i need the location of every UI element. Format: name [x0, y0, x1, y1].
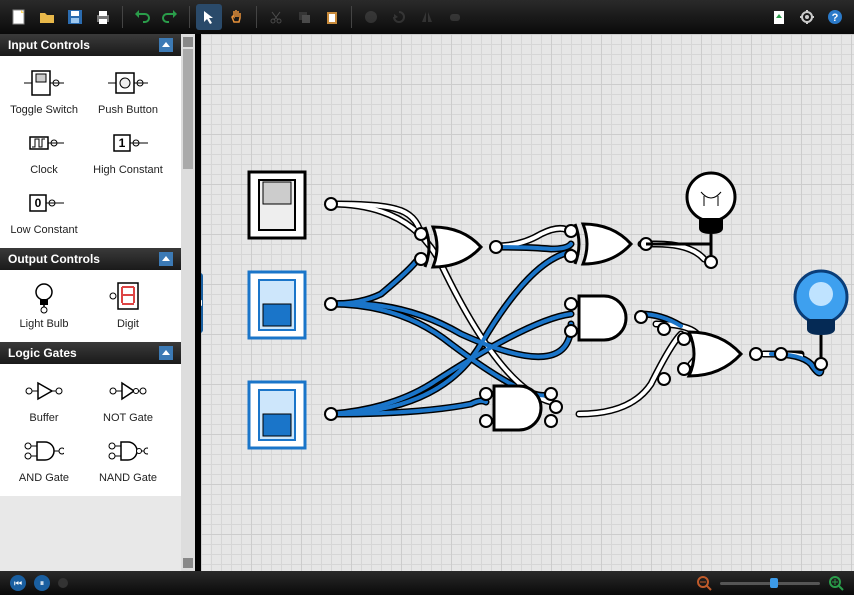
separator [351, 6, 352, 28]
scroll-thumb[interactable] [183, 49, 193, 169]
toolbar: ? [0, 0, 854, 34]
component-label: Toggle Switch [10, 104, 78, 116]
settings-button[interactable] [794, 4, 820, 30]
help-button[interactable]: ? [822, 4, 848, 30]
separator [189, 6, 190, 28]
redo-button[interactable] [157, 4, 183, 30]
bottom-bar: ⏮ ⏸ [0, 571, 854, 595]
export-button[interactable] [766, 4, 792, 30]
shape-circle-button[interactable] [358, 4, 384, 30]
and-gate-2[interactable] [480, 386, 562, 430]
component-toggle-switch[interactable]: Toggle Switch [2, 62, 86, 122]
copy-button[interactable] [291, 4, 317, 30]
collapse-icon[interactable] [159, 346, 173, 360]
zoom-slider[interactable] [720, 582, 820, 585]
component-buffer[interactable]: Buffer [2, 370, 86, 430]
component-label: Light Bulb [20, 318, 69, 330]
panel-title: Output Controls [8, 252, 100, 266]
logic-gates-header[interactable]: Logic Gates [0, 342, 181, 364]
zoom-out-button[interactable] [696, 575, 712, 591]
input-controls-body: Toggle Switch Push Button Clock 1 High Co… [0, 56, 181, 248]
component-label: Clock [30, 164, 58, 176]
sidebar: Input Controls Toggle Switch Push Button… [0, 34, 181, 571]
component-nand-gate[interactable]: NAND Gate [86, 430, 170, 490]
xor-gate-1[interactable] [415, 227, 502, 267]
component-label: Push Button [98, 104, 158, 116]
switch-2[interactable] [249, 272, 337, 338]
shape-rounded-button[interactable] [442, 4, 468, 30]
collapse-icon[interactable] [159, 38, 173, 52]
component-label: Low Constant [10, 224, 77, 236]
component-label: NAND Gate [99, 472, 157, 484]
switch-3[interactable] [249, 382, 337, 448]
status-indicator [58, 578, 68, 588]
main: Input Controls Toggle Switch Push Button… [0, 34, 854, 571]
component-and-gate[interactable]: AND Gate [2, 430, 86, 490]
step-back-button[interactable]: ⏮ [10, 575, 26, 591]
and-gate-1[interactable] [565, 296, 647, 340]
pan-tool[interactable] [224, 4, 250, 30]
component-light-bulb[interactable]: Light Bulb [2, 276, 86, 336]
pause-button[interactable]: ⏸ [34, 575, 50, 591]
zoom-in-button[interactable] [828, 575, 844, 591]
scroll-down-icon[interactable] [183, 558, 193, 568]
logic-gates-body: Buffer NOT Gate AND Gate NAND Gate [0, 364, 181, 496]
output-controls-header[interactable]: Output Controls [0, 248, 181, 270]
separator [256, 6, 257, 28]
svg-text:0: 0 [35, 196, 42, 210]
rotate-left-button[interactable] [386, 4, 412, 30]
svg-text:?: ? [832, 12, 839, 24]
component-label: NOT Gate [103, 412, 153, 424]
cut-button[interactable] [263, 4, 289, 30]
flip-button[interactable] [414, 4, 440, 30]
component-not-gate[interactable]: NOT Gate [86, 370, 170, 430]
zoom-thumb[interactable] [770, 578, 778, 588]
circuit-diagram[interactable] [201, 34, 854, 571]
input-controls-header[interactable]: Input Controls [0, 34, 181, 56]
component-clock[interactable]: Clock [2, 122, 86, 182]
save-button[interactable] [62, 4, 88, 30]
component-digit[interactable]: Digit [86, 276, 170, 336]
component-label: Buffer [29, 412, 58, 424]
canvas[interactable]: ◀ [201, 34, 854, 571]
print-button[interactable] [90, 4, 116, 30]
panel-title: Logic Gates [8, 346, 77, 360]
new-file-button[interactable] [6, 4, 32, 30]
component-push-button[interactable]: Push Button [86, 62, 170, 122]
separator [122, 6, 123, 28]
scroll-up-icon[interactable] [183, 37, 193, 47]
switch-1[interactable] [249, 172, 337, 238]
undo-button[interactable] [129, 4, 155, 30]
pointer-tool[interactable] [196, 4, 222, 30]
component-high-constant[interactable]: 1 High Constant [86, 122, 170, 182]
component-label: Digit [117, 318, 139, 330]
paste-button[interactable] [319, 4, 345, 30]
component-low-constant[interactable]: 0 Low Constant [2, 182, 86, 242]
component-label: AND Gate [19, 472, 69, 484]
output-controls-body: Light Bulb Digit [0, 270, 181, 342]
open-file-button[interactable] [34, 4, 60, 30]
component-label: High Constant [93, 164, 163, 176]
collapse-icon[interactable] [159, 252, 173, 266]
panel-title: Input Controls [8, 38, 90, 52]
svg-text:1: 1 [119, 136, 126, 150]
sidebar-scrollbar[interactable] [181, 34, 195, 571]
